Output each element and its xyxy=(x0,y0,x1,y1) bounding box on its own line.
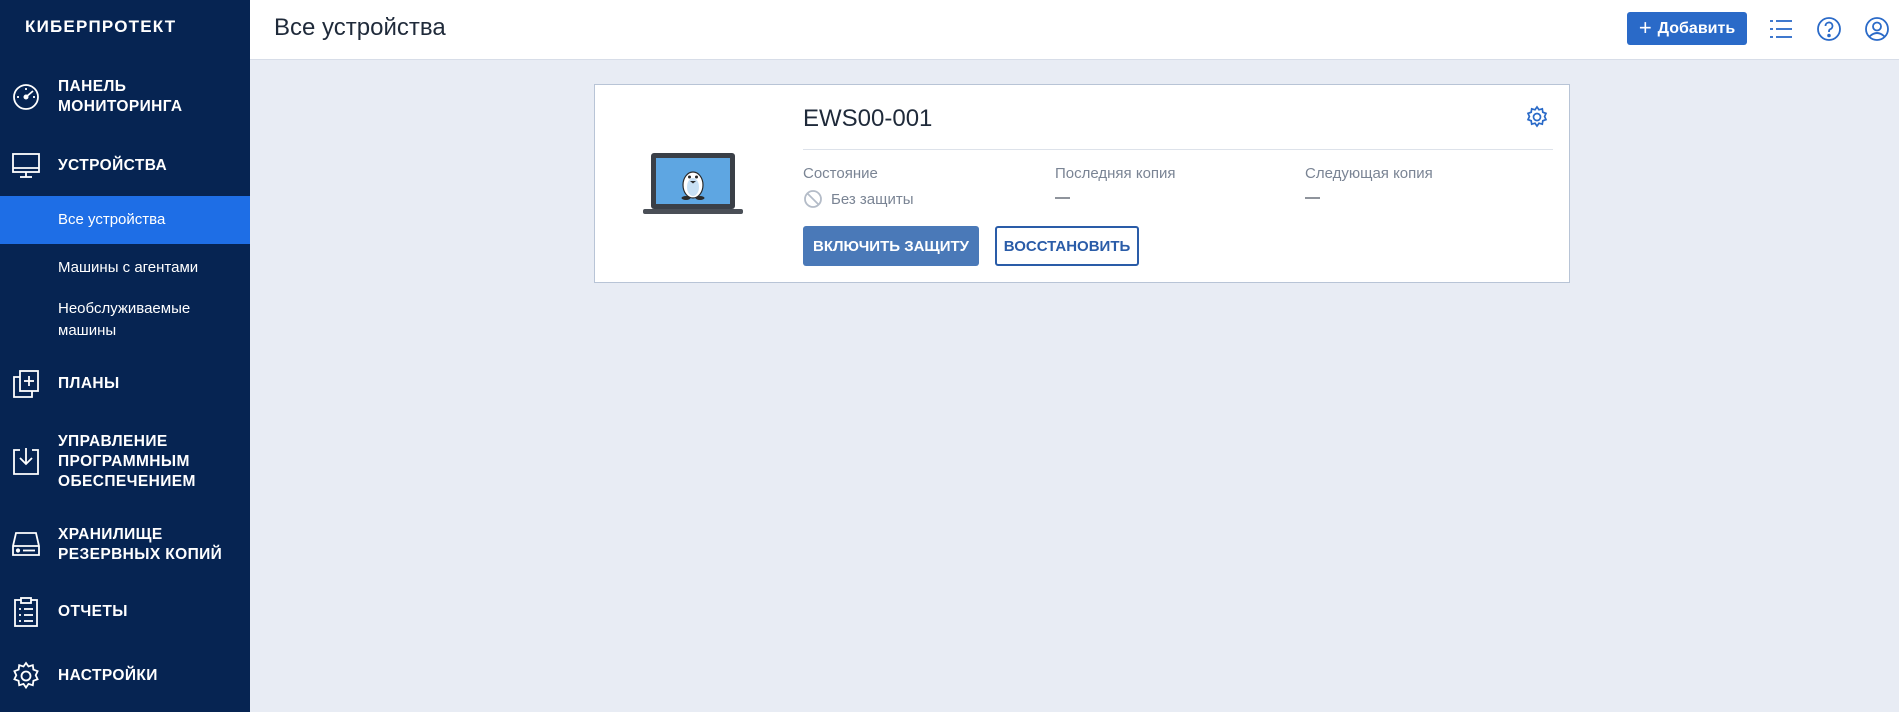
sidebar-subitem-label: Все устройства xyxy=(58,211,166,228)
sidebar-item-settings[interactable]: НАСТРОЙКИ xyxy=(0,660,250,692)
sidebar-item-devices[interactable]: УСТРОЙСТВА xyxy=(0,150,250,182)
sidebar-subitem-unmanaged-machines[interactable]: Необслуживаемые машины xyxy=(0,298,250,348)
label-line: ОБЕСПЕЧЕНИЕМ xyxy=(58,473,196,490)
enable-protection-button[interactable]: ВКЛЮЧИТЬ ЗАЩИТУ xyxy=(803,226,979,266)
label-line: Необслуживаемые xyxy=(58,300,191,317)
page-title: Все устройства xyxy=(274,14,446,41)
gear-icon xyxy=(10,660,42,692)
card-divider xyxy=(803,149,1553,150)
sidebar-subitem-machines-with-agents[interactable]: Машины с агентами xyxy=(0,246,250,290)
add-button[interactable]: + Добавить xyxy=(1627,12,1747,45)
sidebar-item-label: УПРАВЛЕНИЕ ПРОГРАММНЫМ ОБЕСПЕЧЕНИЕМ xyxy=(58,432,196,492)
sidebar-item-label: ОТЧЕТЫ xyxy=(58,603,128,620)
sidebar-item-software-management[interactable]: УПРАВЛЕНИЕ ПРОГРАММНЫМ ОБЕСПЕЧЕНИЕМ xyxy=(0,432,250,492)
dashboard-icon xyxy=(10,80,42,112)
status-text: Без защиты xyxy=(831,190,914,208)
label-line: МОНИТОРИНГА xyxy=(58,98,183,115)
device-name[interactable]: EWS00-001 xyxy=(803,105,932,133)
label-line: машины xyxy=(58,322,117,339)
sidebar: КИБЕРПРОТЕКТ ПАНЕЛЬ МОНИТОРИНГА УСТРОЙСТ… xyxy=(0,0,250,712)
next-backup-value: — xyxy=(1305,189,1320,206)
label-line: УПРАВЛЕНИЕ xyxy=(58,433,168,450)
label-line: ПАНЕЛЬ xyxy=(58,78,127,95)
sidebar-item-plans[interactable]: ПЛАНЫ xyxy=(0,368,250,400)
last-backup-value: — xyxy=(1055,189,1070,206)
sidebar-subitem-label: Необслуживаемые машины xyxy=(58,298,190,342)
sidebar-subitem-label: Машины с агентами xyxy=(58,259,199,276)
download-box-icon xyxy=(10,446,42,478)
label-line: ХРАНИЛИЩЕ xyxy=(58,526,163,543)
report-icon xyxy=(10,596,42,628)
sidebar-item-label: НАСТРОЙКИ xyxy=(58,667,158,684)
sidebar-item-label: ХРАНИЛИЩЕ РЕЗЕРВНЫХ КОПИЙ xyxy=(58,525,222,565)
sidebar-item-label: ПЛАНЫ xyxy=(58,375,120,392)
plus-icon: + xyxy=(1638,14,1652,40)
sidebar-subitem-all-devices[interactable]: Все устройства xyxy=(0,196,250,244)
top-header: Все устройства + Добавить xyxy=(250,0,1899,60)
last-backup-label: Последняя копия xyxy=(1055,165,1176,182)
device-card: EWS00-001 Состояние Без защиты Последняя… xyxy=(594,84,1570,283)
device-settings-gear-icon[interactable] xyxy=(1525,105,1549,129)
sidebar-item-dashboard[interactable]: ПАНЕЛЬ МОНИТОРИНГА xyxy=(0,76,250,118)
linux-laptop-icon xyxy=(643,153,743,214)
sidebar-item-backup-storage[interactable]: ХРАНИЛИЩЕ РЕЗЕРВНЫХ КОПИЙ xyxy=(0,524,250,566)
sidebar-item-reports[interactable]: ОТЧЕТЫ xyxy=(0,596,250,628)
help-icon[interactable] xyxy=(1816,16,1842,42)
status-value: Без защиты xyxy=(803,189,914,209)
storage-icon xyxy=(10,528,42,560)
sidebar-item-label: УСТРОЙСТВА xyxy=(58,157,168,174)
brand-logo[interactable]: КИБЕРПРОТЕКТ xyxy=(25,17,176,37)
no-protection-icon xyxy=(804,190,822,208)
label-line: РЕЗЕРВНЫХ КОПИЙ xyxy=(58,546,223,563)
restore-button[interactable]: ВОССТАНОВИТЬ xyxy=(995,226,1139,266)
account-icon[interactable] xyxy=(1864,16,1890,42)
status-label: Состояние xyxy=(803,165,878,182)
add-button-label: Добавить xyxy=(1657,19,1736,37)
monitor-icon xyxy=(10,150,42,182)
list-icon[interactable] xyxy=(1768,16,1794,42)
next-backup-label: Следующая копия xyxy=(1305,165,1433,182)
label-line: ПРОГРАММНЫМ xyxy=(58,453,190,470)
sidebar-item-label: ПАНЕЛЬ МОНИТОРИНГА xyxy=(58,77,183,117)
plans-icon xyxy=(10,368,42,400)
